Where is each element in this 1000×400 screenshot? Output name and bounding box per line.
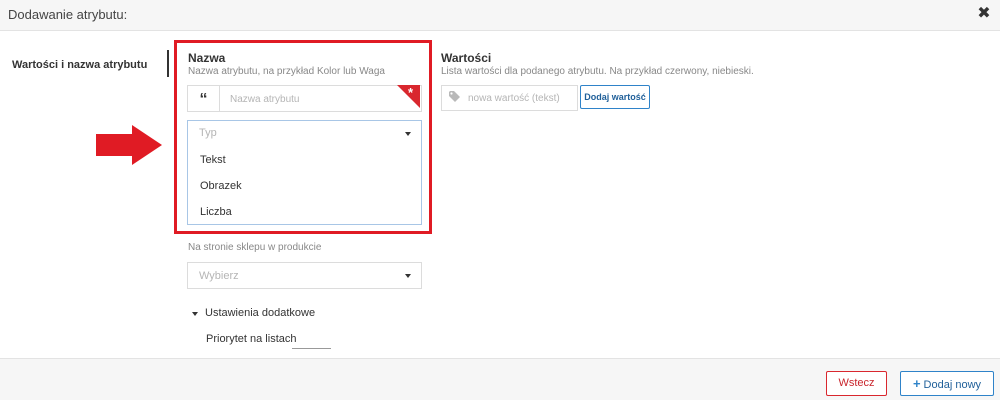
new-value-field[interactable] — [441, 85, 578, 111]
caret-down-icon — [192, 312, 198, 316]
tab-active-indicator — [167, 50, 169, 77]
tab-values-and-name[interactable]: Wartości i nazwa atrybutu — [12, 59, 147, 71]
new-value-input[interactable] — [466, 89, 575, 108]
add-value-button[interactable]: Dodaj wartość — [580, 85, 650, 109]
caret-down-icon — [405, 274, 411, 278]
product-page-select[interactable]: Wybierz — [187, 262, 422, 289]
priority-label: Priorytet na listach — [206, 333, 297, 345]
annotation-arrow-icon — [132, 125, 162, 165]
highlight-box — [174, 40, 432, 234]
plus-icon: + — [912, 376, 921, 391]
add-new-label: Dodaj nowy — [923, 379, 982, 391]
extra-settings-label: Ustawienia dodatkowe — [205, 307, 316, 319]
priority-input[interactable] — [292, 334, 331, 349]
modal-footer: Wstecz + Dodaj nowy — [0, 358, 1000, 400]
modal-header: Dodawanie atrybutu: ✖ — [0, 0, 1000, 31]
tag-icon — [449, 91, 460, 102]
add-new-button[interactable]: + Dodaj nowy — [900, 371, 994, 396]
back-button[interactable]: Wstecz — [826, 371, 887, 396]
annotation-arrow-shaft — [96, 134, 134, 156]
product-page-select-placeholder: Wybierz — [199, 270, 239, 282]
values-help-text: Lista wartości dla podanego atrybutu. Na… — [441, 66, 754, 77]
product-page-help-text: Na stronie sklepu w produkcie — [188, 242, 322, 253]
close-icon[interactable]: ✖ — [974, 4, 994, 24]
modal-title: Dodawanie atrybutu: — [8, 7, 128, 22]
values-label: Wartości — [441, 51, 492, 65]
